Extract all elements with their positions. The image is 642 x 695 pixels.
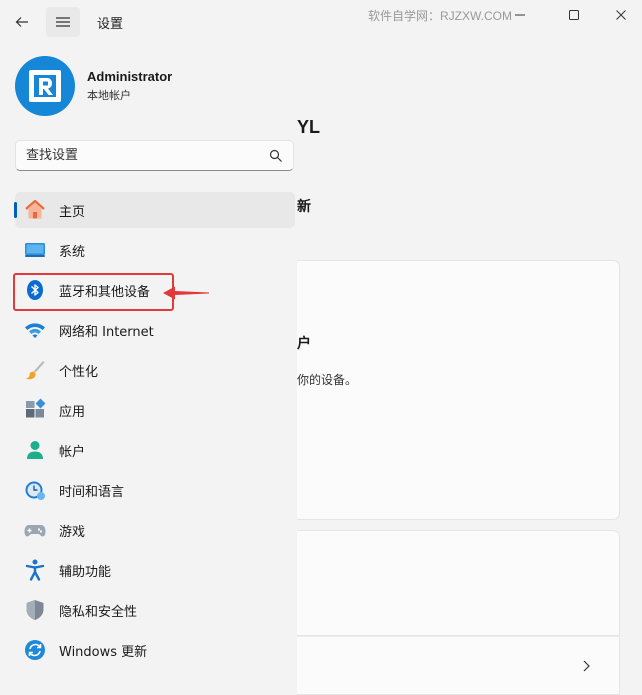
maximize-button[interactable] (551, 0, 597, 30)
avatar (15, 56, 75, 116)
nav-item-accounts[interactable]: 帐户 (15, 432, 295, 468)
minimize-button[interactable] (497, 0, 543, 30)
wifi-icon (23, 318, 47, 342)
apps-icon (23, 398, 47, 422)
user-name: Administrator (87, 69, 173, 84)
main-content: YL 新 户 你的设备。 (297, 44, 642, 695)
nav-label: 游戏 (59, 524, 86, 540)
search-input[interactable] (26, 148, 269, 163)
nav-label: 辅助功能 (59, 564, 112, 580)
nav-item-accessibility[interactable]: 辅助功能 (15, 552, 295, 588)
device-name-fragment: YL (297, 117, 321, 137)
user-profile[interactable]: Administrator 本地帐户 (15, 56, 172, 116)
nav-item-time-language[interactable]: 时间和语言 (15, 472, 295, 508)
nav-list: 主页 系统 蓝牙和其他设备 网络和 Internet 个性化 应用 帐户 时间和… (0, 192, 297, 672)
nav-item-network[interactable]: 网络和 Internet (15, 312, 295, 348)
nav-label: 网络和 Internet (59, 324, 154, 340)
card-description-fragment: 你的设备。 (297, 373, 358, 387)
card-row[interactable] (297, 636, 620, 695)
nav-label: Windows 更新 (59, 644, 148, 660)
gamepad-icon (23, 518, 47, 542)
close-icon (616, 10, 626, 20)
account-icon (23, 438, 47, 462)
nav-label: 主页 (59, 204, 86, 220)
menu-button[interactable] (46, 7, 80, 37)
red-arrow-icon (163, 286, 209, 300)
nav-item-personalization[interactable]: 个性化 (15, 352, 295, 388)
system-icon (23, 238, 47, 262)
close-button[interactable] (598, 0, 642, 30)
nav-item-home[interactable]: 主页 (14, 192, 295, 228)
home-icon (23, 198, 47, 222)
account-type: 本地帐户 (87, 89, 131, 102)
nav-label: 系统 (59, 244, 86, 260)
watermark: 软件自学网：RJZXW.COM (368, 9, 512, 23)
brush-icon (23, 358, 47, 382)
info-card[interactable]: 户 你的设备。 (297, 260, 620, 520)
hamburger-icon (56, 17, 70, 27)
nav-item-apps[interactable]: 应用 (15, 392, 295, 428)
minimize-icon (515, 14, 525, 16)
title-bar: 设置 软件自学网：RJZXW.COM (0, 0, 642, 44)
sidebar: Administrator 本地帐户 主页 (0, 44, 297, 695)
nav-label: 个性化 (59, 364, 99, 380)
time-language-icon (23, 478, 47, 502)
nav-item-system[interactable]: 系统 (15, 232, 295, 268)
nav-item-gaming[interactable]: 游戏 (15, 512, 295, 548)
maximize-icon (569, 10, 579, 20)
update-heading-fragment: 新 (297, 199, 311, 215)
nav-item-privacy-security[interactable]: 隐私和安全性 (15, 592, 295, 628)
search-box[interactable] (15, 140, 294, 171)
nav-label: 蓝牙和其他设备 (59, 284, 151, 300)
nav-item-windows-update[interactable]: Windows 更新 (15, 632, 295, 668)
chevron-right-icon (583, 660, 590, 672)
back-button[interactable] (6, 6, 38, 38)
window-title: 设置 (97, 17, 124, 32)
secondary-card[interactable] (297, 530, 620, 636)
avatar-logo-icon (29, 70, 61, 102)
card-title-fragment: 户 (297, 336, 311, 352)
windows-update-icon (23, 638, 47, 662)
nav-label: 时间和语言 (59, 484, 125, 500)
nav-label: 应用 (59, 404, 86, 420)
nav-item-bluetooth[interactable]: 蓝牙和其他设备 (15, 272, 295, 308)
shield-icon (23, 598, 47, 622)
back-arrow-icon (15, 17, 28, 27)
nav-label: 帐户 (59, 444, 86, 460)
search-icon[interactable] (269, 149, 283, 163)
accessibility-icon (23, 558, 47, 582)
nav-label: 隐私和安全性 (59, 604, 138, 620)
bluetooth-icon (23, 278, 47, 302)
